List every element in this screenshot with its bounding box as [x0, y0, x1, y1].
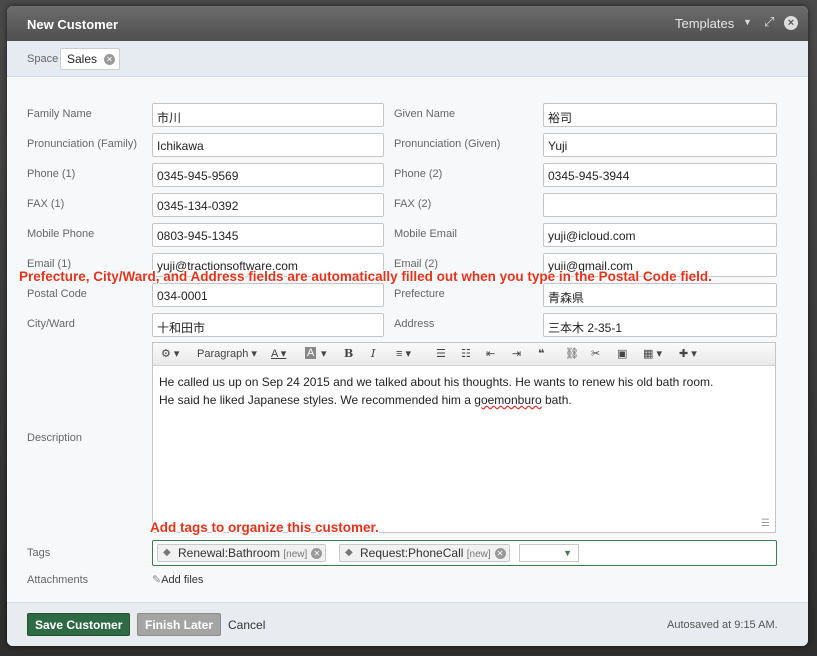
city-ward-field[interactable]: 十和田市 [152, 313, 384, 337]
customer-form: Family Name 市川 Given Name 裕司 Pronunciati… [7, 77, 808, 602]
attachments-label: Attachments [27, 574, 89, 586]
mobile-phone-field[interactable]: 0803-945-1345 [152, 223, 384, 247]
add-files-link[interactable]: ✎Add files [152, 573, 203, 586]
address-label: Address [394, 318, 435, 330]
plugin-icon[interactable]: ✚ ▾ [679, 347, 697, 360]
postal-code-field[interactable]: 034-0001 [152, 283, 384, 307]
tag-label: Renewal:Bathroom [178, 546, 281, 560]
description-label: Description [27, 432, 83, 444]
misspelled-word: goemonburo [474, 393, 542, 407]
fax2-field[interactable] [543, 193, 777, 217]
templates-menu[interactable]: Templates [675, 16, 734, 31]
italic-icon[interactable]: I [371, 347, 375, 360]
tag-icon: ◆ [163, 547, 171, 558]
postal-code-label: Postal Code [27, 288, 87, 300]
mobile-phone-label: Mobile Phone [27, 228, 95, 240]
close-icon[interactable]: × [784, 16, 798, 30]
indent-icon[interactable]: ⇥ [512, 347, 521, 360]
fax2-label: FAX (2) [394, 198, 432, 210]
paragraph-format-select[interactable]: Paragraph ▾ [197, 347, 257, 360]
dialog-titlebar: New Customer Templates ▼ ⤢ × [7, 6, 808, 41]
remove-space-icon[interactable]: ✕ [104, 54, 116, 65]
tag-request-phonecall[interactable]: ◆ Request:PhoneCall [new] ✕ [339, 544, 510, 562]
mobile-email-label: Mobile Email [394, 228, 457, 240]
given-name-field[interactable]: 裕司 [543, 103, 777, 127]
remove-tag-icon[interactable]: ✕ [494, 548, 506, 559]
description-text[interactable]: He called us up on Sep 24 2015 and we ta… [159, 373, 769, 409]
pronunciation-family-label: Pronunciation (Family) [27, 138, 138, 150]
bold-icon[interactable]: B [344, 347, 353, 360]
family-name-label: Family Name [27, 108, 92, 120]
given-name-label: Given Name [394, 108, 456, 120]
phone1-label: Phone (1) [27, 168, 76, 180]
tag-label: Request:PhoneCall [360, 546, 464, 560]
description-line-2-start: He said he liked Japanese styles. We rec… [159, 393, 475, 407]
table-icon[interactable]: ▦ ▾ [643, 347, 662, 360]
new-customer-dialog: New Customer Templates ▼ ⤢ × Space Sales… [7, 6, 808, 646]
space-label: Space [27, 53, 59, 65]
mobile-email-field[interactable]: yuji@icloud.com [543, 223, 777, 247]
cancel-link[interactable]: Cancel [228, 618, 265, 632]
tag-renewal-bathroom[interactable]: ◆ Renewal:Bathroom [new] ✕ [157, 544, 327, 562]
space-chip[interactable]: Sales ✕ [60, 48, 121, 70]
bullet-list-icon[interactable]: ☰ [436, 347, 446, 360]
city-ward-label: City/Ward [27, 318, 75, 330]
tags-input[interactable]: ◆ Renewal:Bathroom [new] ✕ ◆ Request:Pho… [152, 540, 777, 566]
postal-code-callout: Prefecture, City/Ward, and Address field… [19, 269, 712, 284]
settings-gear-icon[interactable]: ⚙ ▾ [161, 347, 179, 360]
tag-icon: ◆ [345, 547, 353, 558]
expand-icon[interactable]: ⤢ [764, 14, 774, 30]
save-customer-button[interactable]: Save Customer [27, 613, 131, 636]
description-line-2: He said he liked Japanese styles. We rec… [159, 391, 769, 409]
prefecture-field[interactable]: 青森県 [543, 283, 777, 307]
paperclip-icon: ✎ [152, 574, 162, 586]
outdent-icon[interactable]: ⇤ [486, 347, 495, 360]
tag-new-badge: [new] [283, 549, 308, 560]
pronunciation-given-label: Pronunciation (Given) [394, 138, 501, 150]
fax1-label: FAX (1) [27, 198, 65, 210]
add-files-label: Add files [161, 574, 204, 586]
tags-callout: Add tags to organize this customer. [150, 520, 379, 535]
chevron-down-icon[interactable]: ▼ [563, 548, 572, 558]
pronunciation-family-field[interactable]: Ichikawa [152, 133, 384, 157]
align-icon[interactable]: ≡ ▾ [396, 347, 411, 360]
text-color-icon[interactable]: A ▾ [271, 347, 286, 360]
tag-select-dropdown[interactable]: ▼ [519, 544, 579, 562]
address-field[interactable]: 三本木 2-35-1 [543, 313, 777, 337]
description-editor[interactable]: ⚙ ▾ Paragraph ▾ A ▾ A ▾ B I ≡ ▾ ☰ ☷ ⇤ ⇥ … [152, 342, 776, 533]
dialog-title: New Customer [27, 17, 119, 32]
autosave-status: Autosaved at 9:15 AM. [667, 619, 778, 631]
description-line-2-end: bath. [541, 393, 572, 407]
phone2-field[interactable]: 0345-945-3944 [543, 163, 777, 187]
numbered-list-icon[interactable]: ☷ [461, 347, 471, 360]
tags-label: Tags [27, 547, 51, 559]
resize-handle-icon[interactable]: ☰ [761, 518, 771, 529]
finish-later-button[interactable]: Finish Later [137, 613, 222, 636]
dialog-footer: Save Customer Finish Later Cancel Autosa… [7, 602, 808, 646]
phone2-label: Phone (2) [394, 168, 443, 180]
templates-caret-icon[interactable]: ▼ [743, 17, 752, 27]
background-color-caret-icon[interactable]: ▾ [321, 347, 327, 360]
description-line-1: He called us up on Sep 24 2015 and we ta… [159, 375, 714, 389]
phone1-field[interactable]: 0345-945-9569 [152, 163, 384, 187]
pronunciation-given-field[interactable]: Yuji [543, 133, 777, 157]
paragraph-format-label: Paragraph [197, 348, 249, 360]
link-icon[interactable]: ⛓ [565, 347, 579, 360]
unlink-icon[interactable]: ✂ [591, 347, 600, 360]
image-icon[interactable]: ▣ [617, 347, 627, 360]
family-name-field[interactable]: 市川 [152, 103, 384, 127]
remove-tag-icon[interactable]: ✕ [311, 548, 323, 559]
space-bar: Space Sales ✕ [7, 41, 808, 77]
fax1-field[interactable]: 0345-134-0392 [152, 193, 384, 217]
tag-new-badge: [new] [466, 549, 491, 560]
blockquote-icon[interactable]: ❝ [538, 347, 544, 360]
space-chip-label: Sales [67, 52, 98, 66]
background-color-icon[interactable]: A [305, 347, 317, 359]
editor-toolbar: ⚙ ▾ Paragraph ▾ A ▾ A ▾ B I ≡ ▾ ☰ ☷ ⇤ ⇥ … [153, 343, 775, 366]
prefecture-label: Prefecture [394, 288, 445, 300]
